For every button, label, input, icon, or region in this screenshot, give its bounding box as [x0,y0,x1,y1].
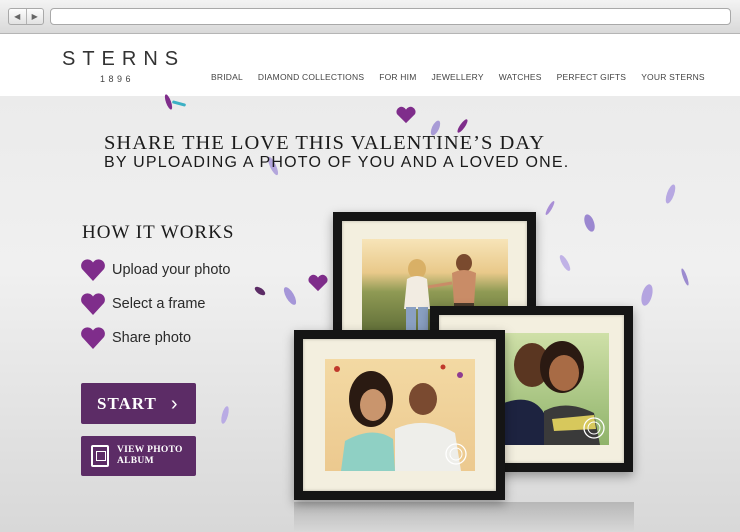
heart-petal [396,106,416,124]
petal [253,285,267,297]
hero-headline: SHARE THE LOVE THIS VALENTINE’S DAY [104,132,546,154]
nav-bridal[interactable]: BRIDAL [211,72,243,82]
album-label-line2: ALBUM [117,456,154,466]
heart-petal [308,274,328,292]
view-photo-album-button[interactable]: VIEW PHOTO ALBUM [81,436,196,476]
forward-button[interactable]: ▶ [25,9,44,24]
step-select-frame: Select a frame [80,292,206,316]
petal [219,405,231,425]
site-header: STERNS 1896 BRIDAL DIAMOND COLLECTIONS F… [0,34,740,96]
album-label: VIEW PHOTO ALBUM [117,445,183,467]
frame-mat [303,339,496,491]
how-it-works-title: HOW IT WORKS [82,222,235,243]
main-nav: BRIDAL DIAMOND COLLECTIONS FOR HIM JEWEL… [211,72,705,82]
album-label-line1: VIEW PHOTO [117,445,183,455]
petal [680,267,690,287]
photo-frame-front [294,330,505,500]
couple-photo-embrace [325,359,475,471]
logo-year: 1896 [100,74,135,84]
sterns-seal-icon [445,443,467,465]
nav-for-him[interactable]: FOR HIM [379,72,416,82]
petal [281,285,299,307]
nav-perfect-gifts[interactable]: PERFECT GIFTS [557,72,627,82]
sterns-seal-icon [583,417,605,439]
heart-icon [81,293,105,315]
nav-jewellery[interactable]: JEWELLERY [432,72,484,82]
address-bar[interactable] [50,8,731,25]
nav-watches[interactable]: WATCHES [499,72,542,82]
start-button[interactable]: START › [81,383,196,424]
chevron-right-icon: › [170,392,178,415]
petal [544,200,556,216]
step-label: Share photo [112,330,192,346]
petal [557,253,573,273]
step-share: Share photo [80,326,191,350]
couple-photo-smiling [504,333,609,445]
history-nav: ◀ ▶ [8,8,44,25]
start-label: START [97,393,157,413]
photo-album-icon [91,445,109,467]
hero-stage: SHARE THE LOVE THIS VALENTINE’S DAY BY U… [0,93,740,532]
step-upload: Upload your photo [80,258,231,282]
frame-reflection [294,502,634,532]
sterns-logo[interactable]: STERNS [62,48,185,71]
nav-your-sterns[interactable]: YOUR STERNS [641,72,705,82]
step-label: Upload your photo [112,262,231,278]
browser-toolbar: ◀ ▶ [0,0,740,34]
step-label: Select a frame [112,296,206,312]
hero-subline: BY UPLOADING A PHOTO OF YOU AND A LOVED … [104,154,570,171]
petal [582,213,597,233]
back-button[interactable]: ◀ [9,9,26,24]
petal [171,100,187,107]
heart-icon [81,259,105,281]
heart-icon [81,327,105,349]
nav-diamond-collections[interactable]: DIAMOND COLLECTIONS [258,72,364,82]
petal [639,283,655,307]
petal [663,183,678,205]
